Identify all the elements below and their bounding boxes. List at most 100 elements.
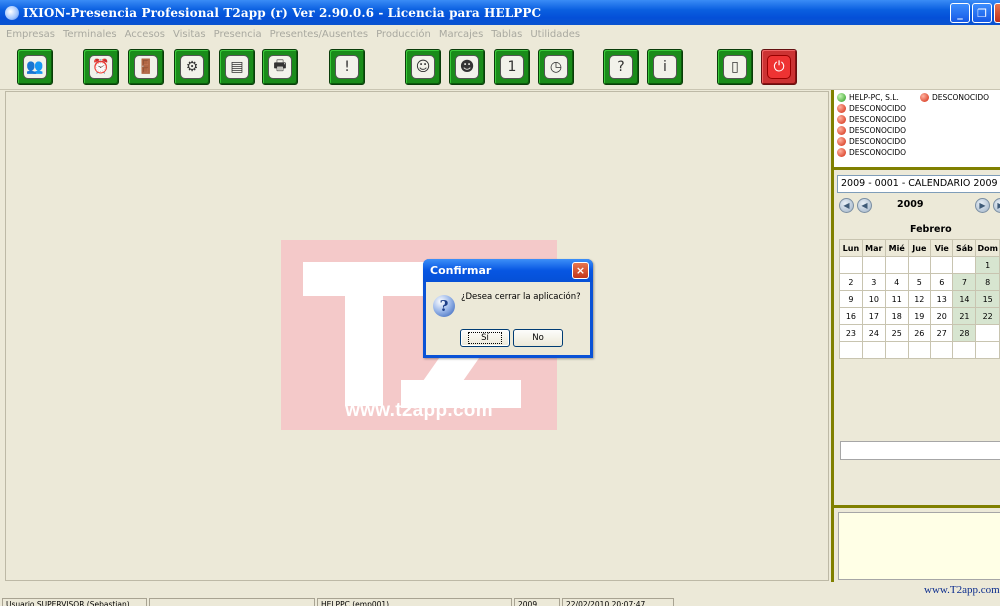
calendar-day[interactable] [884, 341, 909, 359]
website-link[interactable]: www.T2app.com [924, 584, 1000, 596]
next-month-button[interactable]: ▶ [975, 198, 990, 213]
calendar-day[interactable]: 22 [975, 307, 1000, 325]
calendar-day[interactable]: 25 [884, 324, 909, 342]
toolbar-employee-button[interactable]: ☻ [449, 49, 485, 85]
terminal-row[interactable]: DESCONOCIDO [920, 92, 989, 102]
calendar-day[interactable] [861, 256, 886, 274]
calendar-day[interactable] [861, 341, 886, 359]
menu-produccion[interactable]: Producción [376, 29, 431, 40]
calendar-day[interactable]: 10 [861, 290, 886, 308]
toolbar-person-card-button[interactable]: ☺ [405, 49, 441, 85]
prev-month-button[interactable]: ◀ [857, 198, 872, 213]
status-machine: HELPPC (emp001) [317, 598, 512, 606]
calendar-day[interactable] [930, 341, 954, 359]
calendar-day[interactable]: 27 [930, 324, 954, 342]
no-button[interactable]: No [513, 329, 563, 347]
dialog-close-button[interactable]: × [572, 262, 589, 279]
toolbar-exit-button[interactable]: ⏻ [761, 49, 797, 85]
menu-accesos[interactable]: Accesos [125, 29, 165, 40]
calendar-events-list[interactable] [840, 441, 1000, 460]
toolbar-alarm-button[interactable]: ⏰ [83, 49, 119, 85]
calendar-day[interactable]: 23 [839, 324, 863, 342]
calendar-day[interactable]: 6 [930, 273, 954, 291]
menu-utilidades[interactable]: Utilidades [530, 29, 580, 40]
calendar-day[interactable] [884, 256, 909, 274]
terminal-row[interactable]: DESCONOCIDO [837, 114, 906, 124]
calendar-day[interactable]: 7 [952, 273, 977, 291]
calendar-day[interactable] [907, 341, 932, 359]
calendar-day[interactable]: 20 [930, 307, 954, 325]
toolbar-users-button[interactable]: 👥 [17, 49, 53, 85]
calendar-day[interactable] [952, 256, 977, 274]
calendar-day[interactable]: 14 [952, 290, 977, 308]
toolbar-clock-button[interactable]: ◷ [538, 49, 574, 85]
toolbar-about-button[interactable]: i [647, 49, 683, 85]
toolbar-document-button[interactable]: ▯ [717, 49, 753, 85]
calendar-day[interactable]: 11 [884, 290, 909, 308]
yes-button[interactable]: Sí [460, 329, 510, 347]
status-offline-icon [837, 114, 846, 124]
terminal-row[interactable]: DESCONOCIDO [837, 125, 906, 135]
calendar-day[interactable]: 26 [907, 324, 932, 342]
employee-icon: ☻ [455, 55, 479, 79]
calendar-day[interactable]: 8 [975, 273, 1000, 291]
calendar-day[interactable]: 5 [907, 273, 932, 291]
calendar-day[interactable] [952, 341, 977, 359]
calendar-day[interactable] [975, 341, 1000, 359]
calendar-day[interactable]: 21 [952, 307, 977, 325]
calendar-day[interactable]: 16 [839, 307, 863, 325]
terminal-row[interactable]: HELP-PC, S.L. [837, 92, 899, 102]
terminal-row[interactable]: DESCONOCIDO [837, 103, 906, 113]
menu-marcajes[interactable]: Marcajes [439, 29, 483, 40]
calendar-day[interactable]: 19 [907, 307, 932, 325]
window-close-button[interactable] [994, 3, 1000, 23]
printer-icon: 🖶 [268, 55, 292, 79]
toolbar-print-button[interactable]: 🖶 [262, 49, 298, 85]
calendar-day[interactable]: 15 [975, 290, 1000, 308]
prev-year-button[interactable]: ◀ [839, 198, 854, 213]
menu-terminales[interactable]: Terminales [63, 29, 117, 40]
calendar-day[interactable]: 9 [839, 290, 863, 308]
calendar-day[interactable]: 12 [907, 290, 932, 308]
calendar-day[interactable]: 4 [884, 273, 909, 291]
maximize-button[interactable]: ❐ [972, 3, 992, 23]
calendar-day[interactable] [839, 341, 863, 359]
toolbar-door-button[interactable]: 🚪 [128, 49, 164, 85]
menu-presentes-ausentes[interactable]: Presentes/Ausentes [270, 29, 368, 40]
notes-panel[interactable] [838, 512, 1000, 580]
calendar-day[interactable]: 24 [861, 324, 886, 342]
menu-presencia[interactable]: Presencia [214, 29, 262, 40]
terminal-row[interactable]: DESCONOCIDO [837, 136, 906, 146]
help-icon: ? [609, 55, 633, 79]
calendar-day[interactable]: 28 [952, 324, 977, 342]
weekday-header: Jue [907, 239, 932, 257]
calendar-day[interactable] [907, 256, 932, 274]
menu-tablas[interactable]: Tablas [491, 29, 522, 40]
menu-visitas[interactable]: Visitas [173, 29, 206, 40]
menu-empresas[interactable]: Empresas [6, 29, 55, 40]
settings-icon: ⚙ [180, 55, 204, 79]
status-datetime: 22/02/2010 20:07:47 [562, 598, 674, 606]
weekday-header: Lun [839, 239, 863, 257]
toolbar-help-button[interactable]: ? [603, 49, 639, 85]
minimize-button[interactable]: _ [950, 3, 970, 23]
calendar-day[interactable]: 18 [884, 307, 909, 325]
terminal-row[interactable]: DESCONOCIDO [837, 147, 906, 157]
confirm-dialog: Confirmar × ? ¿Desea cerrar la aplicació… [423, 259, 593, 358]
calendar-day[interactable]: 3 [861, 273, 886, 291]
next-year-button[interactable]: ▶ [993, 198, 1000, 213]
calendar-day[interactable] [930, 256, 954, 274]
terminal-icon: ▤ [225, 55, 249, 79]
calendar-day[interactable]: 1 [975, 256, 1000, 274]
calendar-day[interactable]: 13 [930, 290, 954, 308]
calendar-day[interactable] [839, 256, 863, 274]
toolbar-info-button[interactable]: ! [329, 49, 365, 85]
calendar-select[interactable]: 2009 - 0001 - CALENDARIO 2009 [837, 175, 1000, 193]
calendar-day[interactable] [975, 324, 1000, 342]
calendar-day[interactable]: 2 [839, 273, 863, 291]
toolbar-terminal-button[interactable]: ▤ [219, 49, 255, 85]
menu-bar: Empresas Terminales Accesos Visitas Pres… [0, 25, 1000, 43]
calendar-day[interactable]: 17 [861, 307, 886, 325]
toolbar-settings-button[interactable]: ⚙ [174, 49, 210, 85]
toolbar-calendar-button[interactable]: 1 [494, 49, 530, 85]
